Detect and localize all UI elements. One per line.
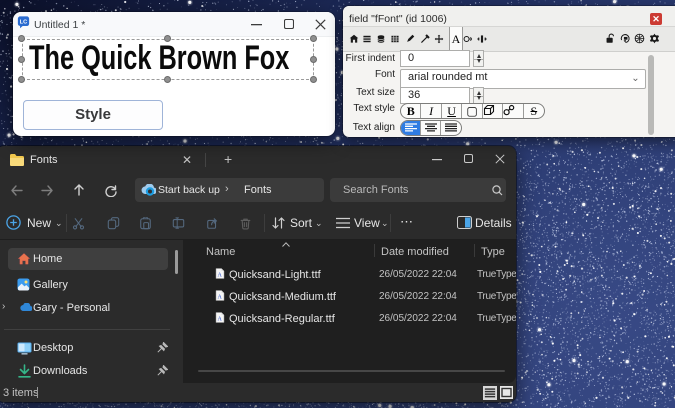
- svg-text:A: A: [218, 317, 223, 323]
- svg-text:LC: LC: [20, 20, 27, 26]
- svg-text:A: A: [218, 295, 223, 301]
- svg-text:A: A: [218, 273, 223, 279]
